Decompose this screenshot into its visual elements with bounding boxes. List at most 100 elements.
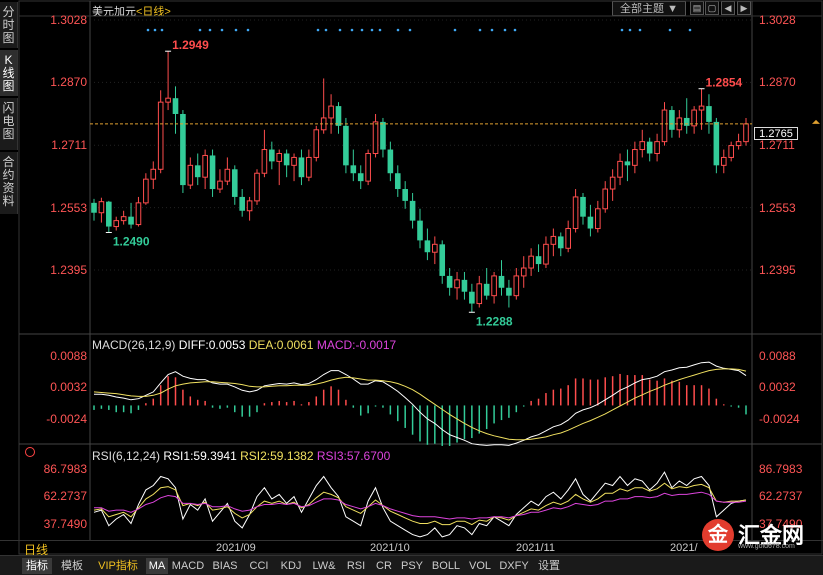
candle-body bbox=[298, 157, 305, 178]
signal-dot bbox=[370, 28, 374, 32]
candle bbox=[335, 102, 342, 134]
candle bbox=[202, 149, 208, 190]
indicator-tab[interactable]: MA bbox=[146, 558, 168, 574]
indicator-tab[interactable]: BOLL bbox=[428, 558, 464, 574]
candle-body bbox=[565, 228, 571, 249]
candle bbox=[306, 149, 312, 182]
candle-body bbox=[350, 165, 357, 174]
signal-dot bbox=[350, 28, 354, 32]
candle bbox=[365, 149, 371, 186]
candle-body bbox=[654, 141, 660, 154]
candle bbox=[387, 141, 394, 182]
signal-dot bbox=[503, 28, 507, 32]
candle-body bbox=[91, 202, 97, 213]
indicator-tab[interactable]: MACD bbox=[170, 558, 206, 574]
candle bbox=[276, 149, 283, 186]
indicator-tab[interactable]: CR bbox=[372, 558, 396, 574]
indicator-tab[interactable]: 模板 bbox=[54, 558, 90, 574]
candle bbox=[128, 202, 134, 229]
signal-dot bbox=[668, 28, 672, 32]
indicator-tab[interactable]: 指标 bbox=[22, 558, 52, 574]
candle bbox=[580, 192, 586, 225]
candle bbox=[172, 86, 179, 134]
candle bbox=[439, 240, 446, 284]
candle bbox=[298, 149, 305, 186]
candle-body bbox=[476, 283, 483, 305]
candle-body bbox=[639, 141, 646, 151]
indicator-tab[interactable]: BIAS bbox=[208, 558, 242, 574]
rsi1-line bbox=[93, 471, 747, 538]
price-axis-label: 1.2870 bbox=[50, 75, 87, 90]
macd-title: MACD(26,12,9) DIFF:0.0053 DEA:0.0061 MAC… bbox=[92, 338, 396, 352]
candle bbox=[469, 283, 475, 313]
indicator-tab[interactable]: LW& bbox=[308, 558, 340, 574]
signal-dot bbox=[688, 28, 692, 32]
candle-body bbox=[432, 243, 438, 253]
indicator-tab[interactable]: VIP指标 bbox=[92, 558, 144, 574]
rsi-axis-label: 86.7983 bbox=[43, 461, 87, 476]
candle-body bbox=[461, 279, 468, 292]
macd-axis-label: -0.0024 bbox=[46, 411, 87, 426]
rsi1-value: RSI1:59.3941 bbox=[163, 449, 237, 463]
candle bbox=[217, 169, 223, 193]
macd-params: MACD(26,12,9) bbox=[92, 338, 176, 352]
candle-body bbox=[587, 216, 594, 229]
indicator-tab[interactable]: VOL bbox=[466, 558, 494, 574]
candle-body bbox=[498, 275, 505, 288]
candle bbox=[120, 210, 127, 225]
candle-body bbox=[157, 101, 164, 170]
signal-dot bbox=[316, 28, 320, 32]
candle bbox=[476, 275, 483, 308]
candle-body bbox=[143, 178, 149, 204]
candle-body bbox=[513, 275, 520, 297]
price-marker-icon bbox=[812, 119, 820, 124]
indicator-tab[interactable]: CCI bbox=[244, 558, 274, 574]
candle-body bbox=[698, 105, 705, 111]
candle-body bbox=[720, 156, 727, 166]
date-axis: 2021/09 2021/10 2021/11 2021/ bbox=[0, 540, 823, 556]
candle-body bbox=[543, 243, 549, 265]
candle bbox=[320, 78, 327, 134]
candle-body bbox=[624, 161, 631, 166]
candle bbox=[454, 271, 460, 300]
candle bbox=[513, 268, 520, 300]
candle-body bbox=[572, 196, 579, 230]
candle-body bbox=[520, 267, 527, 277]
candle-body bbox=[231, 169, 238, 197]
candle-body bbox=[446, 275, 453, 288]
indicator-tab[interactable]: PSY bbox=[398, 558, 426, 574]
candle-body bbox=[217, 180, 223, 190]
logo-glyph: 金 bbox=[702, 519, 734, 551]
candle bbox=[543, 236, 549, 269]
indicator-tab[interactable]: DXFY bbox=[496, 558, 532, 574]
candle bbox=[254, 169, 260, 205]
price-axis-label: 1.3028 bbox=[759, 13, 796, 27]
indicator-tab[interactable]: RSI bbox=[342, 558, 370, 574]
candle bbox=[572, 189, 579, 233]
candle bbox=[417, 208, 423, 249]
indicator-tab[interactable]: KDJ bbox=[276, 558, 306, 574]
candle bbox=[187, 157, 194, 190]
candle bbox=[269, 141, 275, 170]
candle-body bbox=[239, 196, 245, 211]
candle-body bbox=[454, 279, 460, 289]
candle-body bbox=[291, 156, 297, 166]
candle-body bbox=[261, 149, 268, 174]
macd-axis-label: 0.0032 bbox=[759, 380, 796, 395]
indicator-tab[interactable]: 设置 bbox=[534, 558, 564, 574]
candle-body bbox=[595, 208, 601, 230]
price-axis-label: 1.3028 bbox=[50, 13, 87, 27]
candle bbox=[550, 228, 557, 257]
candle-body bbox=[550, 235, 557, 245]
candle-body bbox=[187, 164, 194, 186]
candle-body bbox=[535, 256, 542, 265]
candle-body bbox=[172, 98, 179, 114]
candle-body bbox=[417, 220, 423, 241]
macd-diff: DIFF:0.0053 bbox=[178, 338, 246, 352]
signal-dot bbox=[146, 28, 150, 32]
signal-dot bbox=[478, 28, 482, 32]
rsi-close-icon[interactable] bbox=[25, 447, 35, 457]
candle-body bbox=[632, 149, 638, 166]
candle-body bbox=[335, 106, 342, 126]
candle bbox=[432, 236, 438, 265]
